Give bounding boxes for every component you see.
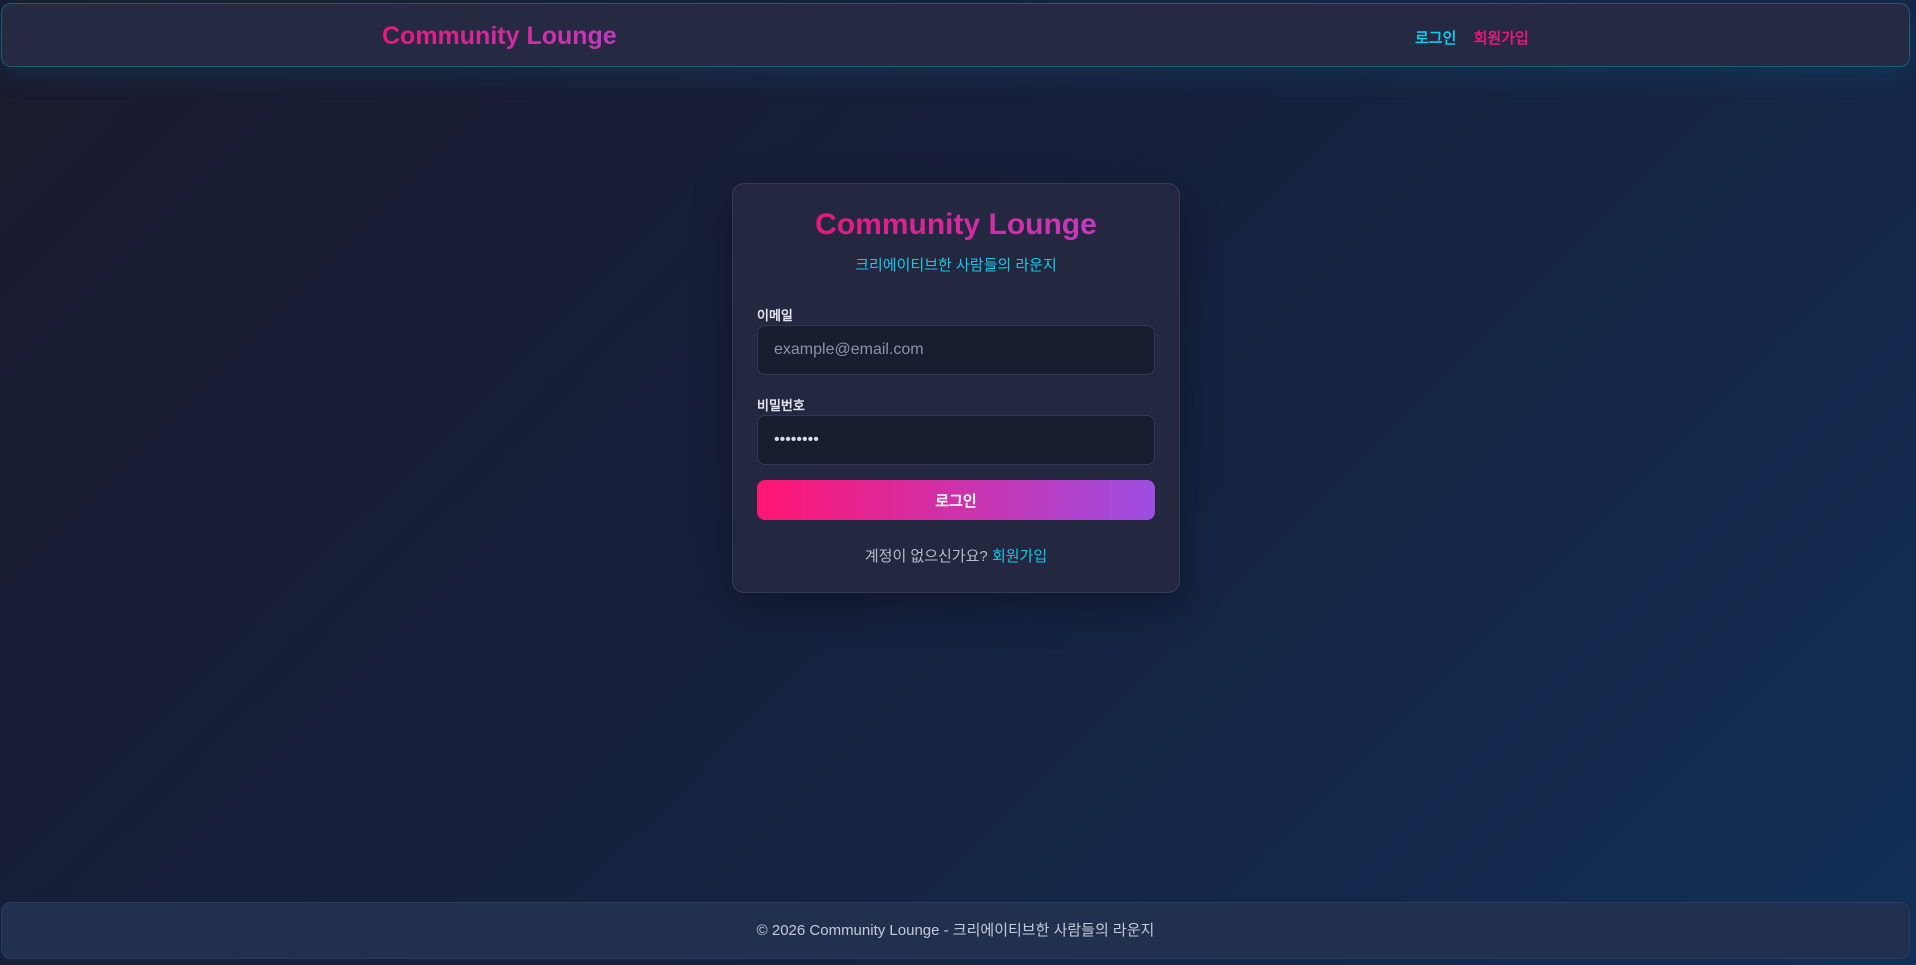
- top-header: Community Lounge 로그인 회원가입: [1, 3, 1910, 67]
- signup-link[interactable]: 회원가입: [992, 548, 1047, 565]
- signup-prompt-text: 계정이 없으신가요?: [864, 548, 988, 565]
- nav-signup-link[interactable]: 회원가입: [1474, 30, 1529, 47]
- password-input[interactable]: [757, 415, 1155, 465]
- email-label: 이메일: [757, 308, 793, 323]
- card-subtitle: 크리에이티브한 사람들의 라운지: [855, 257, 1057, 274]
- password-label: 비밀번호: [757, 398, 805, 413]
- footer-text: © 2026 Community Lounge - 크리에이티브한 사람들의 라…: [756, 922, 1155, 939]
- login-button[interactable]: 로그인: [757, 480, 1155, 520]
- card-title-text: Community Lounge: [815, 208, 1097, 241]
- nav-login-link[interactable]: 로그인: [1415, 30, 1456, 47]
- page-footer: © 2026 Community Lounge - 크리에이티브한 사람들의 라…: [1, 902, 1910, 959]
- top-nav: 로그인 회원가입: [1415, 27, 1529, 48]
- brand-logo[interactable]: Community Lounge: [382, 22, 617, 51]
- login-card: Community Lounge 크리에이티브한 사람들의 라운지 이메일 비밀…: [732, 183, 1180, 593]
- signup-prompt: 계정이 없으신가요? 회원가입: [733, 545, 1179, 566]
- card-title: Community Lounge: [733, 208, 1179, 242]
- email-input[interactable]: [757, 325, 1155, 375]
